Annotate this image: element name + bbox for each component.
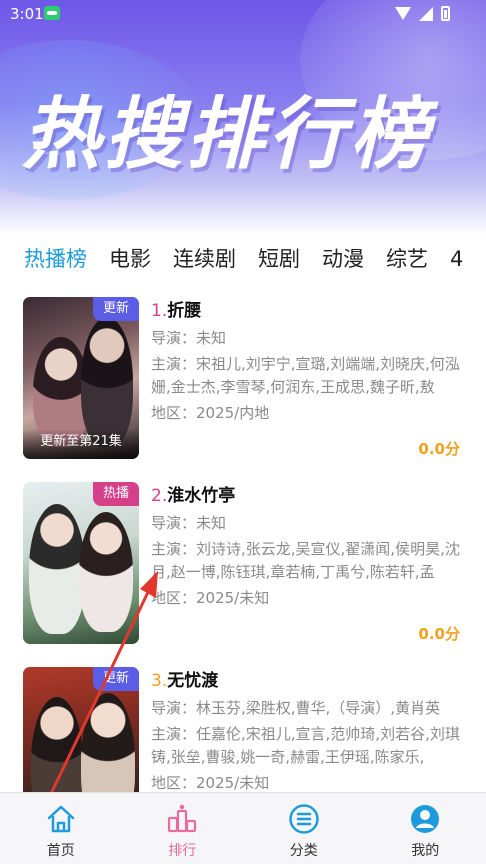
- status-badge: 更新: [93, 667, 139, 691]
- nav-ranking[interactable]: 排行: [122, 793, 244, 864]
- tab-anime[interactable]: 动漫: [322, 244, 364, 278]
- tab-series[interactable]: 连续剧: [173, 244, 236, 278]
- poster-image[interactable]: 热播: [23, 482, 139, 644]
- poster-image[interactable]: 更新至第21集 更新: [23, 297, 139, 459]
- nav-category[interactable]: 分类: [243, 793, 365, 864]
- rank-number: 1.: [151, 301, 168, 321]
- tab-hot[interactable]: 热播榜: [24, 244, 87, 278]
- director-text: 导演：未知: [151, 329, 227, 347]
- title-text: 折腰: [167, 301, 202, 321]
- region-text: 地区：2025/内地: [151, 404, 270, 422]
- cast-text: 主演：刘诗诗,张云龙,吴宣仪,翟潇闻,侯明昊,沈月,赵一博,陈钰琪,章若楠,丁禹…: [151, 540, 460, 581]
- nav-ranking-label: 排行: [168, 843, 197, 859]
- tab-short[interactable]: 短剧: [258, 244, 300, 278]
- page-title: 热搜排行榜: [22, 90, 433, 180]
- status-bar: 3:01: [0, 0, 486, 26]
- category-tabs: 热播榜 电影 连续剧 短剧 动漫 综艺 4: [24, 244, 486, 278]
- poster-image[interactable]: 更新: [23, 667, 139, 792]
- title-text: 无忧渡: [167, 671, 219, 691]
- tab-movie[interactable]: 电影: [109, 244, 151, 278]
- poster-caption: 更新至第21集: [23, 429, 139, 459]
- rank-number: 2.: [151, 486, 168, 506]
- cast-text: 主演：任嘉伦,宋祖儿,宣言,范帅琦,刘若谷,刘琪铸,张垒,曹骏,姚一奇,赫雷,王…: [151, 725, 460, 766]
- category-icon: [289, 804, 319, 834]
- hero-banner: 3:01 热搜排行榜: [0, 0, 486, 235]
- list-item[interactable]: 更新 3.无忧渡 导演：林玉芬,梁胜权,曹华,（导演）,黄肖英 主演：任嘉伦,宋…: [0, 660, 486, 792]
- signal-icon: [419, 6, 433, 21]
- wifi-icon: [395, 6, 411, 21]
- rank-number: 3.: [151, 671, 168, 691]
- nav-profile[interactable]: 我的: [365, 793, 486, 864]
- status-badge: 热播: [93, 482, 139, 506]
- battery-icon: [441, 6, 450, 21]
- title-text: 淮水竹亭: [167, 486, 236, 506]
- tab-variety[interactable]: 综艺: [386, 244, 428, 278]
- score-text: 0.0分: [418, 625, 460, 643]
- home-icon: [47, 805, 74, 833]
- profile-icon: [411, 805, 440, 833]
- director-text: 导演：林玉芬,梁胜权,曹华,（导演）,黄肖英: [151, 699, 441, 717]
- status-time: 3:01: [10, 5, 44, 23]
- list-item[interactable]: 热播 2.淮水竹亭 导演：未知 主演：刘诗诗,张云龙,吴宣仪,翟潇闻,侯明昊,沈…: [0, 475, 486, 650]
- ranking-list: 更新至第21集 更新 1.折腰 导演：未知 主演：宋祖儿,刘宇宁,宣璐,刘端端,…: [0, 290, 486, 792]
- item-title[interactable]: 2.淮水竹亭: [151, 483, 471, 509]
- list-item[interactable]: 更新至第21集 更新 1.折腰 导演：未知 主演：宋祖儿,刘宇宁,宣璐,刘端端,…: [0, 290, 486, 465]
- cast-text: 主演：宋祖儿,刘宇宁,宣璐,刘端端,刘晓庆,何泓姗,金士杰,李雪琴,何润东,王成…: [151, 355, 460, 396]
- notification-icon: [44, 6, 60, 20]
- region-text: 地区：2025/未知: [151, 589, 270, 607]
- nav-profile-label: 我的: [411, 843, 440, 859]
- nav-home-label: 首页: [46, 843, 75, 859]
- nav-category-label: 分类: [289, 843, 318, 859]
- item-title[interactable]: 3.无忧渡: [151, 668, 471, 694]
- status-badge: 更新: [93, 297, 139, 321]
- item-title[interactable]: 1.折腰: [151, 298, 471, 324]
- nav-home[interactable]: 首页: [0, 793, 122, 864]
- bottom-navigation: 首页 排行 分类 我的: [0, 792, 486, 864]
- region-text: 地区：2025/未知: [151, 774, 270, 792]
- ranking-icon: [168, 804, 197, 833]
- tab-more[interactable]: 4: [450, 244, 463, 278]
- director-text: 导演：未知: [151, 514, 227, 532]
- score-text: 0.0分: [418, 440, 460, 458]
